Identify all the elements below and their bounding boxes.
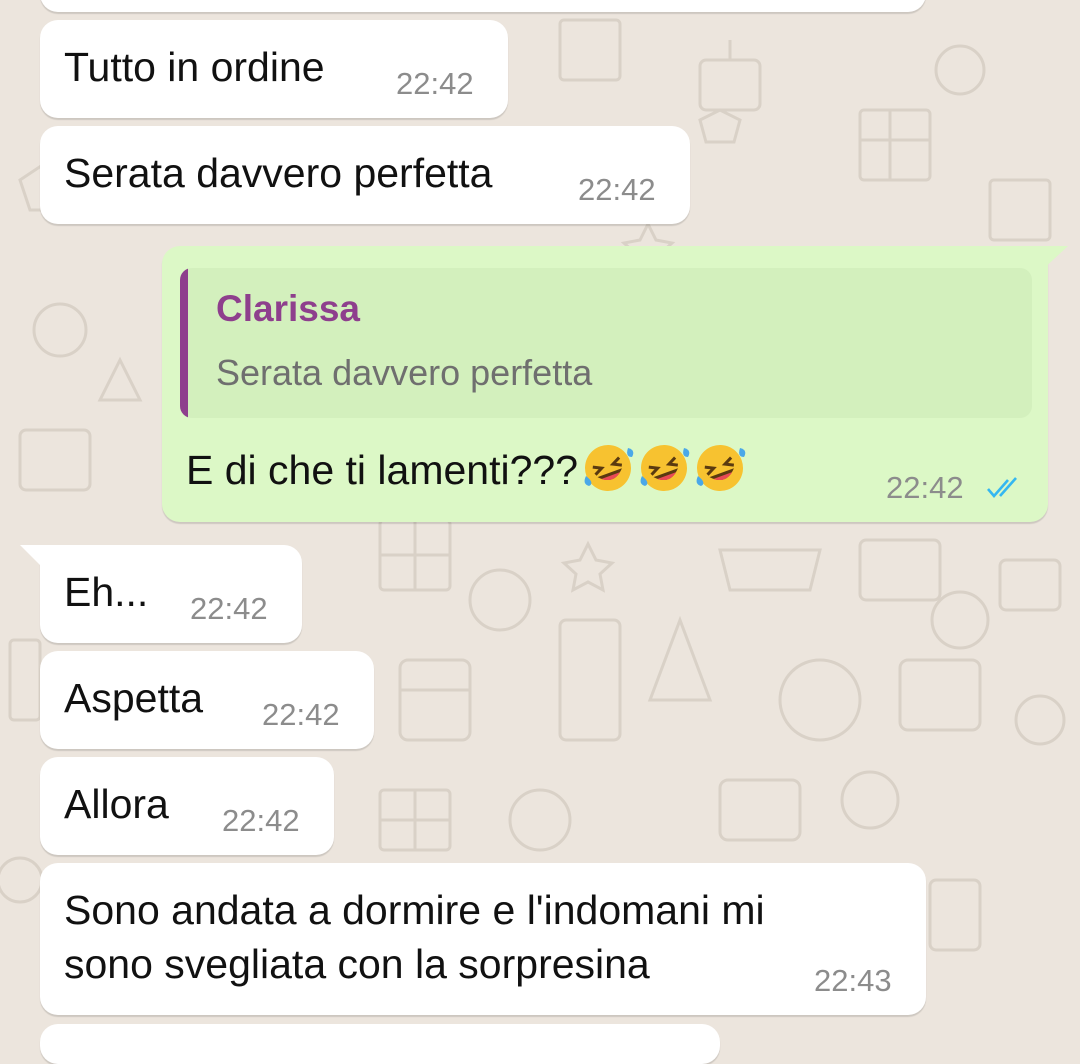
message-time: 22:43 bbox=[814, 963, 892, 998]
message-text-line: Sono andata a dormire e l'indomani mi bbox=[64, 887, 765, 933]
message-text: Tutto in ordine bbox=[64, 44, 325, 90]
message-text: E di che ti lamenti??? bbox=[186, 447, 579, 493]
message-time: 22:42 bbox=[578, 172, 656, 207]
incoming-message[interactable]: Sono andata a dormire e l'indomani mi so… bbox=[40, 863, 926, 1015]
quote-accent-bar bbox=[180, 268, 188, 418]
message-time: 22:42 bbox=[222, 803, 300, 838]
message-text: Serata davvero perfetta bbox=[64, 150, 493, 196]
outgoing-reply-message[interactable]: Clarissa Serata davvero perfetta E di ch… bbox=[162, 246, 1048, 522]
quoted-message[interactable]: Clarissa Serata davvero perfetta bbox=[180, 268, 1032, 418]
rolling-on-floor-laughing-emoji bbox=[584, 445, 634, 491]
incoming-message[interactable]: Aspetta 22:42 bbox=[40, 651, 374, 749]
message-text: Allora bbox=[64, 781, 169, 827]
quote-author: Clarissa bbox=[216, 288, 360, 329]
incoming-message[interactable]: Tutto in ordine 22:42 bbox=[40, 20, 508, 118]
double-check-read-icon bbox=[987, 477, 1017, 498]
incoming-message[interactable]: Serata davvero perfetta 22:42 bbox=[40, 126, 690, 224]
message-time: 22:42 bbox=[262, 697, 340, 732]
quote-text: Serata davvero perfetta bbox=[216, 352, 593, 393]
outgoing-bubble-tail bbox=[1040, 246, 1068, 272]
rolling-on-floor-laughing-emoji bbox=[640, 445, 690, 491]
message-time: 22:42 bbox=[190, 591, 268, 626]
chat-message-list[interactable]: Tutto in ordine 22:42 Serata davvero per… bbox=[0, 0, 1080, 1064]
message-text-row: E di che ti lamenti??? bbox=[186, 442, 746, 497]
message-text: Aspetta bbox=[64, 675, 204, 721]
message-bubble-partial-top bbox=[40, 0, 926, 12]
incoming-message[interactable]: Allora 22:42 bbox=[40, 757, 334, 855]
message-text: Eh... bbox=[64, 569, 149, 615]
incoming-bubble-tail bbox=[20, 545, 46, 571]
rolling-on-floor-laughing-emoji bbox=[696, 445, 746, 491]
incoming-message[interactable]: Eh... 22:42 bbox=[40, 545, 302, 643]
message-time: 22:42 bbox=[886, 470, 964, 505]
message-time: 22:42 bbox=[396, 66, 474, 101]
message-bubble-partial-bottom bbox=[40, 1024, 720, 1064]
message-text-line: sono svegliata con la sorpresina bbox=[64, 941, 650, 987]
